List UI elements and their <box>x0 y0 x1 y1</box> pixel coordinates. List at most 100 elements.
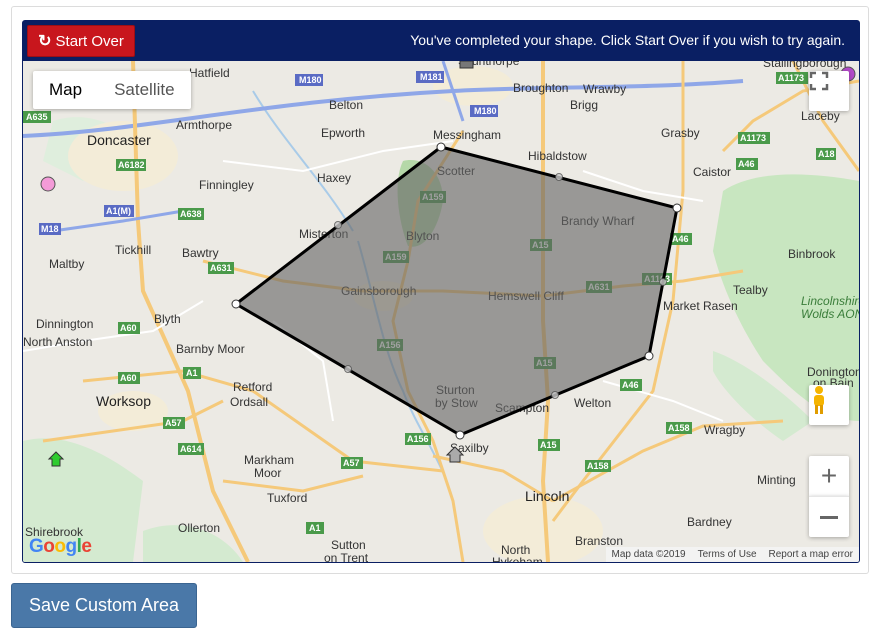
place-label: Stallingborough <box>763 61 846 70</box>
vertex-handle[interactable] <box>455 430 465 440</box>
map-canvas[interactable]: Hatfield Scunthorpe Broughton Wrawby Sta… <box>23 61 859 562</box>
place-label: Ollerton <box>178 521 220 535</box>
place-label: Hykeham <box>492 555 543 562</box>
place-label: Caistor <box>693 165 731 179</box>
draw-panel: ↻ Start Over You've completed your shape… <box>22 20 860 563</box>
status-message: You've completed your shape. Click Start… <box>410 32 845 48</box>
svg-text:A60: A60 <box>120 323 137 333</box>
place-label: Grasby <box>661 126 700 140</box>
google-logo[interactable]: Google <box>29 536 92 558</box>
grey-marker-top <box>459 61 474 69</box>
svg-text:A631: A631 <box>210 263 232 273</box>
zoom-out-button[interactable] <box>809 496 849 537</box>
place-label: Market Rasen <box>663 299 738 313</box>
place-label: Brigg <box>570 98 598 112</box>
svg-text:M181: M181 <box>420 72 443 82</box>
svg-text:A158: A158 <box>587 461 609 471</box>
midpoint-handle[interactable] <box>334 221 342 229</box>
place-label: Bawtry <box>182 246 219 260</box>
svg-text:A46: A46 <box>738 159 755 169</box>
place-label: Barnby Moor <box>176 342 245 356</box>
svg-text:A1: A1 <box>186 368 198 378</box>
place-label: Haxey <box>317 171 351 185</box>
place-label: Hatfield <box>189 66 230 80</box>
place-label: Sutton <box>331 538 366 552</box>
place-label: Moor <box>254 466 281 480</box>
midpoint-handle[interactable] <box>344 365 352 373</box>
place-label: Retford <box>233 380 272 394</box>
place-label: Wrawby <box>583 82 626 96</box>
svg-text:A46: A46 <box>672 234 689 244</box>
start-over-button[interactable]: ↻ Start Over <box>27 25 135 57</box>
place-label: Lincoln <box>525 488 569 504</box>
place-label: Laceby <box>801 109 840 123</box>
place-label: Worksop <box>96 393 151 409</box>
place-label: Ordsall <box>230 395 268 409</box>
svg-text:A638: A638 <box>180 209 202 219</box>
svg-text:A1173: A1173 <box>778 73 804 83</box>
place-label: Blyth <box>154 312 181 326</box>
place-label: Branston <box>575 534 623 548</box>
place-label: Wolds AONB <box>801 307 859 321</box>
place-label: Tealby <box>733 283 768 297</box>
place-label: on Trent <box>324 551 369 562</box>
vertex-handle[interactable] <box>436 142 446 152</box>
map-type-satellite[interactable]: Satellite <box>98 71 190 109</box>
svg-text:A1(M): A1(M) <box>106 206 131 216</box>
place-label: Doncaster <box>87 132 151 148</box>
place-label: Tuxford <box>267 491 307 505</box>
svg-text:A635: A635 <box>26 112 48 122</box>
svg-text:A46: A46 <box>622 380 639 390</box>
svg-text:A6182: A6182 <box>118 160 145 170</box>
midpoint-handle[interactable] <box>555 173 563 181</box>
svg-text:A158: A158 <box>668 423 690 433</box>
place-label: Belton <box>329 98 363 112</box>
vertex-handle[interactable] <box>644 351 654 361</box>
fullscreen-button[interactable] <box>809 71 849 111</box>
place-label: Maltby <box>49 257 84 271</box>
custom-area-polygon <box>234 145 679 437</box>
place-label: Finningley <box>199 178 254 192</box>
place-label: Minting <box>757 473 796 487</box>
report-error-link[interactable]: Report a map error <box>769 549 853 560</box>
map-attribution: Map data ©2019 Terms of Use Report a map… <box>605 547 859 562</box>
place-label: Messingham <box>433 128 501 142</box>
svg-text:A57: A57 <box>343 458 360 468</box>
toolbar: ↻ Start Over You've completed your shape… <box>23 21 859 61</box>
vertex-handle[interactable] <box>231 299 241 309</box>
map-data-credit: Map data ©2019 <box>611 549 686 560</box>
svg-text:A57: A57 <box>165 418 182 428</box>
place-label: Binbrook <box>788 247 836 261</box>
refresh-icon: ↻ <box>38 33 52 50</box>
plus-icon: + <box>820 460 838 491</box>
place-label: Broughton <box>513 81 568 95</box>
svg-text:A1173: A1173 <box>740 133 766 143</box>
svg-text:M18: M18 <box>41 224 59 234</box>
place-label: Dinnington <box>36 317 93 331</box>
place-label: Welton <box>574 396 611 410</box>
vertex-handle[interactable] <box>672 203 682 213</box>
place-label: Epworth <box>321 126 365 140</box>
place-label: Markham <box>244 453 294 467</box>
minus-icon <box>820 515 838 519</box>
map-type-control: Map Satellite <box>33 71 191 109</box>
place-label: Armthorpe <box>176 118 232 132</box>
map-type-map[interactable]: Map <box>33 71 98 109</box>
zoom-in-button[interactable]: + <box>809 456 849 496</box>
svg-text:A1: A1 <box>309 523 321 533</box>
street-view-pegman[interactable] <box>809 385 849 425</box>
midpoint-handle[interactable] <box>551 391 559 399</box>
start-over-label: Start Over <box>55 32 124 50</box>
svg-text:M180: M180 <box>299 75 322 85</box>
place-label: Bardney <box>687 515 732 529</box>
fullscreen-icon <box>809 71 829 91</box>
map-base: Hatfield Scunthorpe Broughton Wrawby Sta… <box>23 61 859 562</box>
svg-text:A614: A614 <box>180 444 202 454</box>
save-custom-area-button[interactable]: Save Custom Area <box>11 583 197 628</box>
svg-text:M180: M180 <box>474 106 497 116</box>
svg-text:A156: A156 <box>407 434 429 444</box>
place-label: North Anston <box>23 335 92 349</box>
terms-link[interactable]: Terms of Use <box>698 549 757 560</box>
midpoint-handle[interactable] <box>659 278 667 286</box>
pink-marker <box>40 176 56 192</box>
